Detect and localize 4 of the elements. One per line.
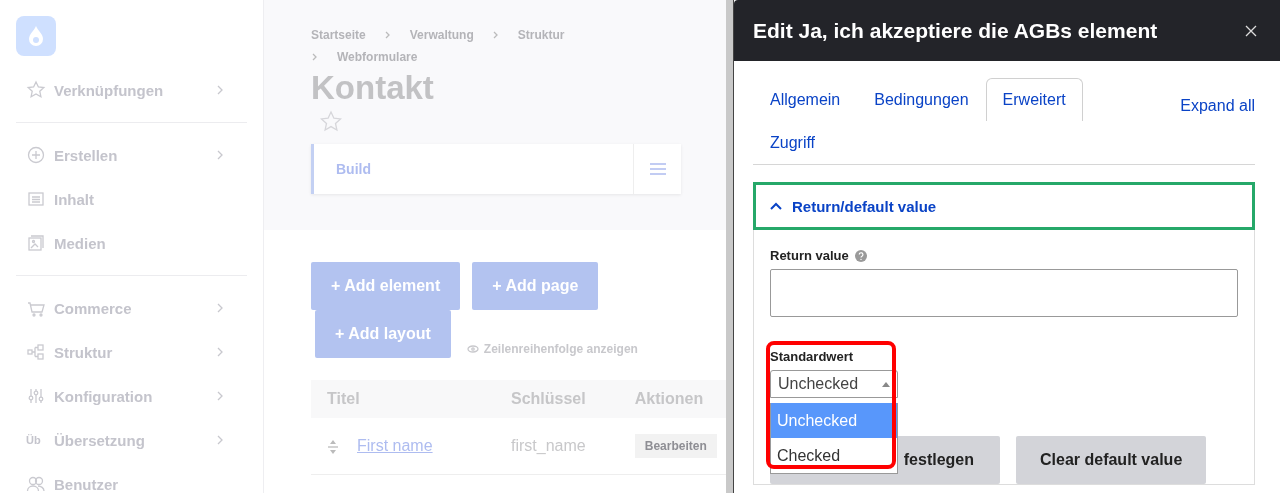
field-label: Return value	[770, 248, 849, 263]
dialog-title: Edit Ja, ich akzeptiere die AGBs element	[753, 18, 1159, 43]
language-icon: Üb	[26, 434, 46, 446]
field-label: Standardwert	[770, 349, 855, 364]
